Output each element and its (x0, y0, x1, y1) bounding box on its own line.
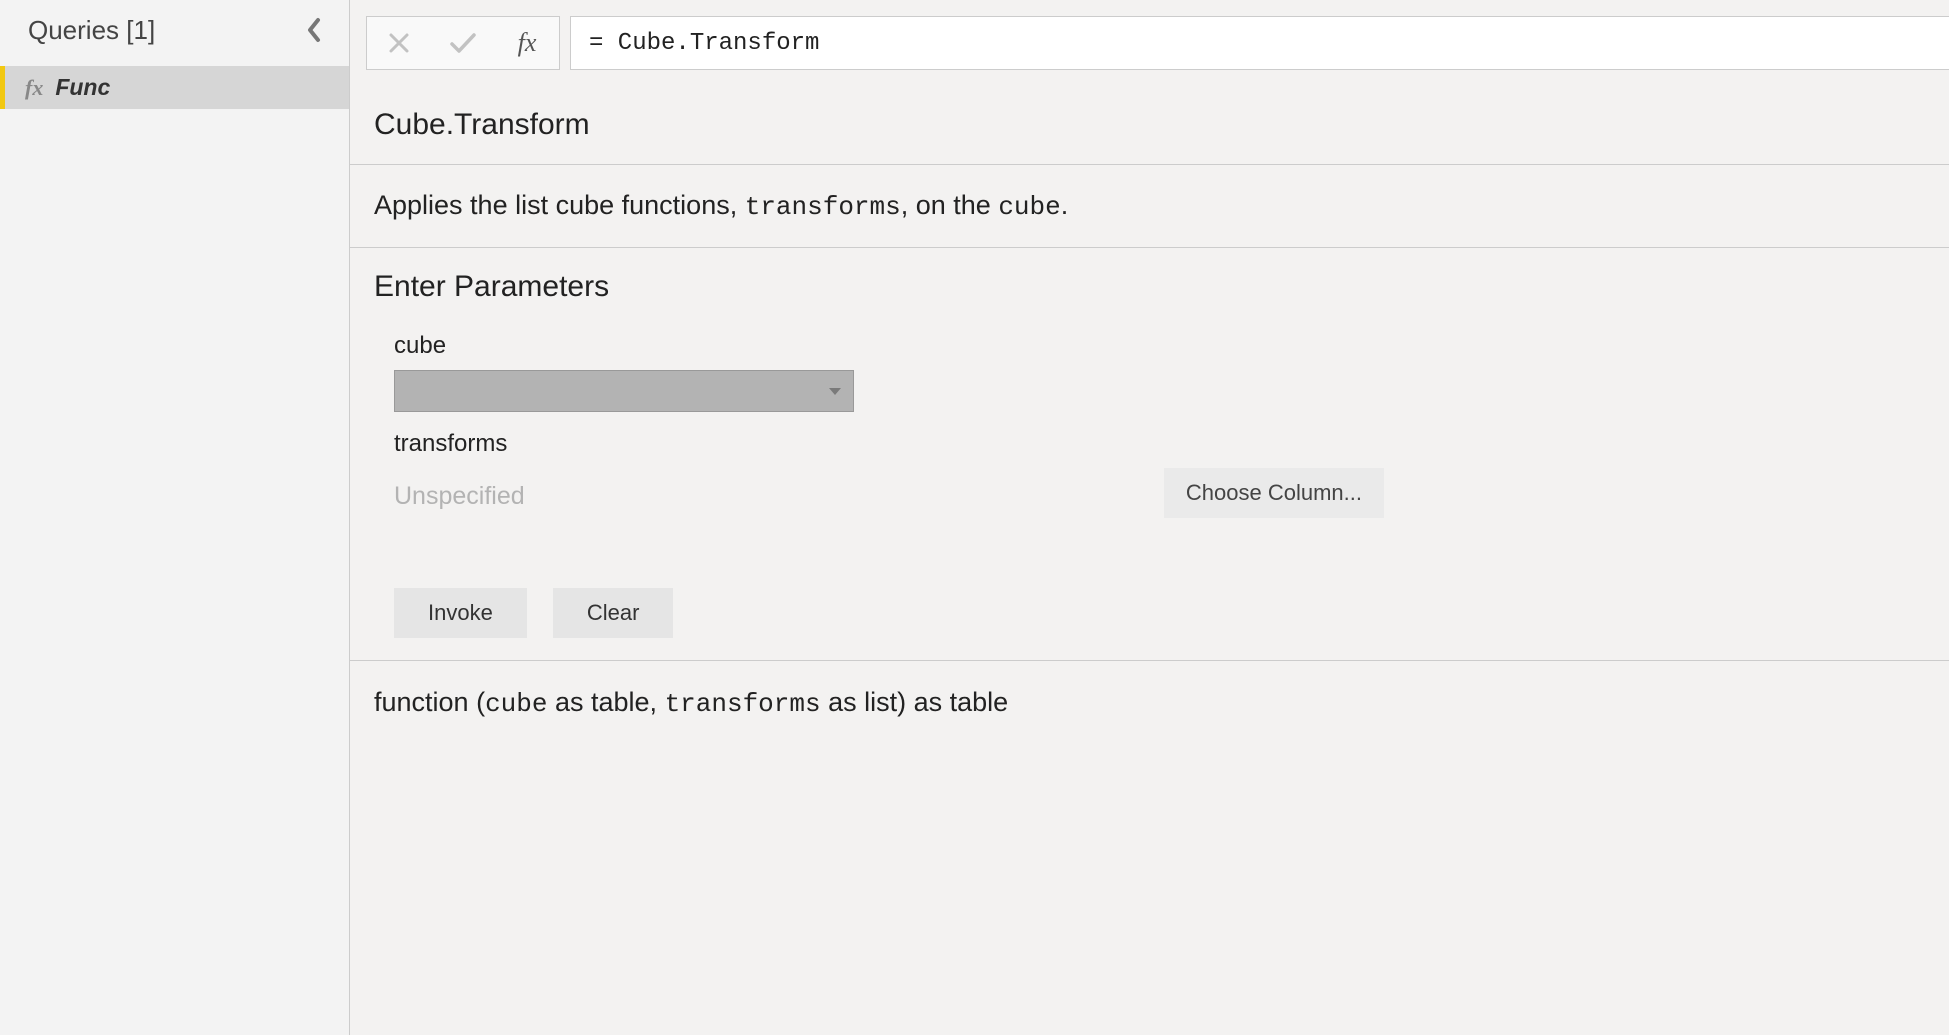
sig-text: as list) as table (821, 687, 1009, 717)
choose-column-button[interactable]: Choose Column... (1164, 468, 1384, 518)
app-root: Queries [1] fx Func fx = Cube.Transform (0, 0, 1949, 1035)
sig-code: transforms (665, 689, 821, 719)
function-title: Cube.Transform (374, 108, 1925, 142)
param-transforms-row: Unspecified Choose Column... (394, 468, 1384, 518)
sig-text: as table, (547, 687, 664, 717)
sidebar-title: Queries [1] (28, 15, 155, 46)
param-cube-select[interactable] (394, 370, 854, 412)
fx-formula-icon[interactable]: fx (495, 17, 559, 69)
parameter-actions: Invoke Clear (394, 588, 1925, 638)
param-transforms: transforms (394, 430, 1384, 458)
function-description: Applies the list cube functions, transfo… (374, 187, 1925, 225)
param-cube: cube (394, 332, 1384, 412)
formula-bar-row: fx = Cube.Transform (350, 0, 1949, 86)
formula-bar-tools: fx (366, 16, 560, 70)
queries-sidebar: Queries [1] fx Func (0, 0, 350, 1035)
desc-code: transforms (745, 192, 901, 222)
cancel-formula-icon[interactable] (367, 17, 431, 69)
fx-icon: fx (25, 75, 43, 101)
parameters-heading: Enter Parameters (374, 270, 1925, 304)
invoke-button[interactable]: Invoke (394, 588, 527, 638)
function-title-section: Cube.Transform (350, 86, 1949, 165)
parameters-section: Enter Parameters cube transforms Unspeci… (350, 248, 1949, 661)
param-label: transforms (394, 430, 1384, 458)
desc-text: , on the (901, 190, 999, 220)
commit-formula-icon[interactable] (431, 17, 495, 69)
query-item-label: Func (55, 74, 110, 101)
query-item-func[interactable]: fx Func (0, 66, 349, 109)
formula-bar-input[interactable]: = Cube.Transform (570, 16, 1949, 70)
collapse-sidebar-icon[interactable] (297, 12, 331, 48)
param-label: cube (394, 332, 1384, 360)
desc-text: . (1061, 190, 1069, 220)
sig-code: cube (485, 689, 547, 719)
sig-text: function ( (374, 687, 485, 717)
desc-code: cube (998, 192, 1060, 222)
function-content: Cube.Transform Applies the list cube fun… (350, 86, 1949, 1035)
function-description-section: Applies the list cube functions, transfo… (350, 165, 1949, 248)
clear-button[interactable]: Clear (553, 588, 674, 638)
chevron-down-icon (829, 388, 841, 395)
desc-text: Applies the list cube functions, (374, 190, 745, 220)
sidebar-header: Queries [1] (0, 0, 349, 66)
param-transforms-value: Unspecified (394, 482, 525, 511)
main-panel: fx = Cube.Transform Cube.Transform Appli… (350, 0, 1949, 1035)
function-signature: function (cube as table, transforms as l… (350, 661, 1949, 745)
